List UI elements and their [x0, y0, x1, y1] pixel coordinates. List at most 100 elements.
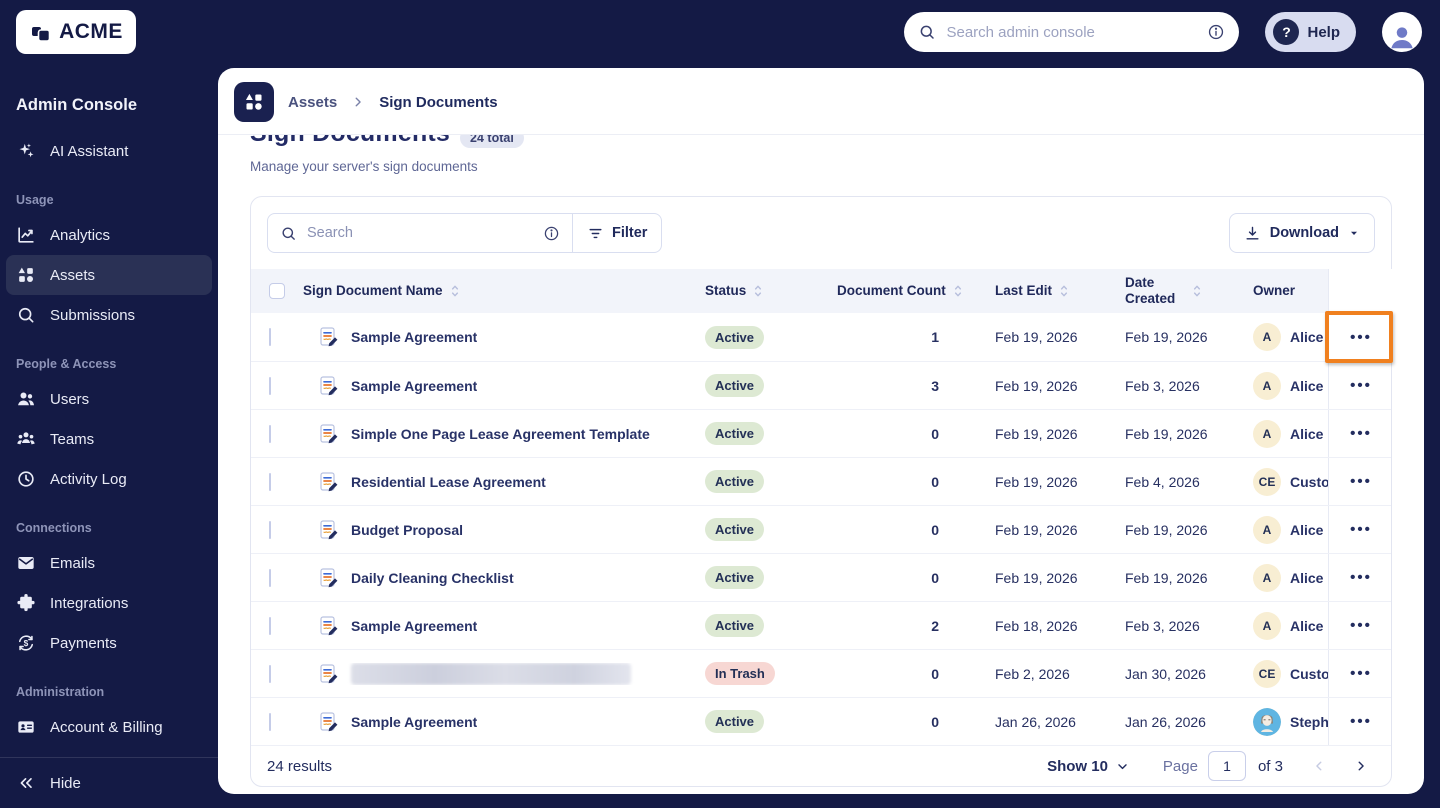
row-actions-button[interactable]: •••: [1328, 313, 1393, 361]
sidebar-item-submissions[interactable]: Submissions: [6, 295, 212, 335]
next-page-button[interactable]: [1347, 752, 1375, 780]
column-header-document-count[interactable]: Document Count: [823, 283, 973, 299]
search-icon: [280, 225, 297, 242]
sparkles-icon: [16, 141, 36, 161]
column-header-owner: Owner: [1239, 283, 1328, 299]
global-search-input[interactable]: [946, 23, 1198, 41]
column-header-last-edit[interactable]: Last Edit: [973, 283, 1103, 299]
ellipsis-icon: •••: [1350, 425, 1372, 442]
sidebar-item-assets[interactable]: Assets: [6, 255, 212, 295]
show-per-page-select[interactable]: Show 10: [1047, 758, 1129, 775]
column-header-status[interactable]: Status: [697, 283, 823, 299]
document-name-link[interactable]: Residential Lease Agreement: [351, 474, 546, 490]
table-search[interactable]: [268, 214, 572, 252]
sidebar-item-teams[interactable]: Teams: [6, 419, 212, 459]
document-name-link[interactable]: Sample Agreement: [351, 378, 477, 394]
sidebar-item-label: Integrations: [50, 594, 129, 612]
acme-logo[interactable]: ACME: [16, 10, 136, 54]
document-name-link[interactable]: Daily Cleaning Checklist: [351, 570, 514, 586]
sidebar-item-account-billing[interactable]: Account & Billing: [6, 707, 212, 747]
help-button[interactable]: ? Help: [1265, 12, 1356, 52]
row-checkbox[interactable]: [269, 424, 271, 443]
help-label: Help: [1307, 23, 1340, 41]
date-created-value: Feb 19, 2026: [1125, 521, 1208, 538]
document-name-link[interactable]: Budget Proposal: [351, 522, 463, 538]
sidebar-item-analytics[interactable]: Analytics: [6, 215, 212, 255]
row-checkbox[interactable]: [269, 328, 271, 346]
download-button[interactable]: Download: [1228, 213, 1375, 253]
table-search-input[interactable]: [307, 225, 533, 241]
column-header-date-created[interactable]: Date Created: [1103, 275, 1239, 306]
row-actions-button[interactable]: •••: [1328, 602, 1393, 649]
table-header-row: Sign Document Name Status Document Count La…: [251, 269, 1393, 313]
sidebar-item-users[interactable]: Users: [6, 379, 212, 419]
sidebar-section-label: Usage: [16, 193, 54, 207]
row-checkbox[interactable]: [269, 520, 271, 539]
redacted-document-name: [351, 662, 631, 685]
sort-icon[interactable]: [952, 283, 964, 299]
row-checkbox[interactable]: [269, 616, 271, 635]
user-avatar[interactable]: [1382, 12, 1422, 52]
select-all-checkbox[interactable]: [269, 283, 285, 299]
row-checkbox[interactable]: [269, 376, 271, 395]
row-actions-button[interactable]: •••: [1328, 362, 1393, 409]
chevron-right-icon: [1354, 759, 1368, 773]
row-actions-button[interactable]: •••: [1328, 698, 1393, 745]
row-checkbox[interactable]: [269, 472, 271, 491]
status-badge: Active: [705, 566, 765, 589]
row-actions-button[interactable]: •••: [1328, 458, 1393, 505]
column-header-label: Last Edit: [995, 283, 1053, 299]
info-icon[interactable]: [1207, 23, 1225, 41]
row-actions-button[interactable]: •••: [1328, 506, 1393, 553]
row-checkbox[interactable]: [269, 712, 271, 731]
previous-page-button[interactable]: [1305, 752, 1333, 780]
owner-avatar: A: [1253, 515, 1281, 544]
logo-text: ACME: [59, 20, 123, 43]
email-icon: [16, 553, 36, 573]
analytics-icon: [16, 225, 36, 245]
document-name-link[interactable]: Sample Agreement: [351, 329, 477, 345]
sidebar-item-ai-assistant[interactable]: AI Assistant: [6, 131, 212, 171]
global-search[interactable]: [904, 12, 1240, 52]
status-badge: Active: [705, 374, 765, 397]
document-name-link[interactable]: Sample Agreement: [351, 714, 477, 730]
filter-button[interactable]: Filter: [572, 214, 661, 252]
breadcrumb-assets[interactable]: Assets: [288, 94, 337, 111]
assets-icon: [243, 91, 265, 113]
date-created-value: Feb 3, 2026: [1125, 377, 1200, 394]
table-row: In Trash 0 Feb 2, 2026 Jan 30, 2026 CE Custo •…: [251, 649, 1391, 697]
sidebar-section-label: People & Access: [16, 357, 117, 371]
filter-icon: [587, 225, 604, 242]
question-icon: ?: [1273, 19, 1300, 45]
teams-icon: [16, 429, 36, 449]
sidebar-item-emails[interactable]: Emails: [6, 543, 212, 583]
sort-icon[interactable]: [449, 283, 461, 299]
sidebar-item-payments[interactable]: $ Payments: [6, 623, 212, 663]
sign-document-icon: [319, 327, 339, 347]
owner-name: Alice: [1290, 425, 1324, 442]
table-toolbar: Filter Download: [251, 197, 1391, 269]
row-checkbox[interactable]: [269, 664, 271, 683]
column-header-sign-document-name[interactable]: Sign Document Name: [303, 283, 697, 299]
ellipsis-icon: •••: [1350, 617, 1372, 634]
owner-avatar: CE: [1253, 467, 1281, 496]
row-actions-button[interactable]: •••: [1328, 410, 1393, 457]
document-count-value: 0: [931, 713, 939, 730]
sign-document-icon: [319, 663, 339, 684]
document-name-link[interactable]: Simple One Page Lease Agreement Template: [351, 426, 650, 442]
row-actions-button[interactable]: •••: [1328, 554, 1393, 601]
sort-icon[interactable]: [1058, 283, 1070, 299]
sign-document-icon: [319, 375, 339, 396]
sidebar-item-integrations[interactable]: Integrations: [6, 583, 212, 623]
info-icon[interactable]: [543, 225, 560, 242]
sidebar-item-activity-log[interactable]: Activity Log: [6, 459, 212, 499]
sort-icon[interactable]: [752, 283, 764, 299]
row-checkbox[interactable]: [269, 568, 271, 587]
sign-document-icon: [319, 567, 339, 588]
owner-avatar: A: [1253, 419, 1281, 448]
sort-icon[interactable]: [1191, 283, 1203, 299]
row-actions-button[interactable]: •••: [1328, 650, 1393, 697]
document-name-link[interactable]: Sample Agreement: [351, 618, 477, 634]
sidebar-hide-button[interactable]: Hide: [6, 763, 212, 803]
page-number-input[interactable]: [1207, 751, 1246, 781]
